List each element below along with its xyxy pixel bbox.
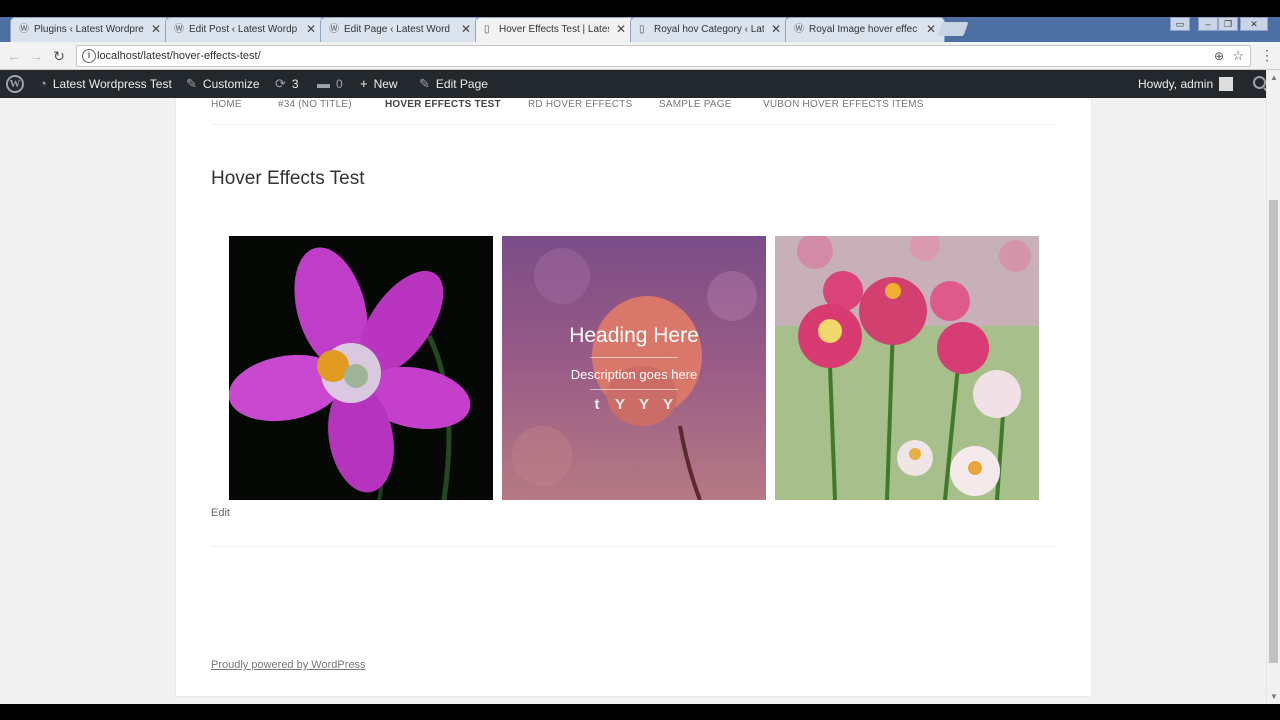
wordpress-icon: Ⓦ: [19, 24, 29, 35]
minimize-button[interactable]: –: [1198, 17, 1218, 31]
plus-icon: +: [360, 76, 368, 91]
edit-link[interactable]: Edit: [211, 507, 230, 519]
comments-count: 0: [336, 77, 343, 91]
tab-close-icon[interactable]: ✕: [306, 23, 316, 35]
browser-tab-hover-effects-test[interactable]: ▯ Hover Effects Test | Lates ✕: [475, 17, 635, 42]
scroll-down-arrow-icon[interactable]: ▼: [1270, 692, 1278, 701]
vertical-scrollbar[interactable]: ▲ ▼: [1266, 70, 1280, 704]
new-tab-button[interactable]: [937, 22, 969, 36]
gallery-image-purple-flower[interactable]: [229, 236, 493, 500]
nav-item-vubon-hover-effects-items[interactable]: VUBON HOVER EFFECTS ITEMS: [763, 98, 924, 112]
wp-admin-bar: W ◔ Latest Wordpress Test ✎ Customize ⟳ 3 ▬…: [0, 70, 1280, 98]
page-viewport: HOME #34 (NO TITLE) HOVER EFFECTS TEST R…: [0, 98, 1266, 704]
browser-tab-royal-image-hover[interactable]: Ⓦ Royal Image hover effec ✕: [785, 17, 945, 42]
close-window-button[interactable]: ✕: [1240, 17, 1268, 31]
tab-close-icon[interactable]: ✕: [926, 23, 936, 35]
tab-close-icon[interactable]: ✕: [771, 23, 781, 35]
customize-link[interactable]: ✎ Customize: [186, 70, 260, 98]
overlay-divider: [590, 389, 678, 390]
bookmark-star-icon[interactable]: ☆: [1232, 48, 1244, 64]
site-name-link[interactable]: ◔ Latest Wordpress Test: [39, 70, 172, 98]
avatar: [1219, 76, 1234, 91]
search-icon[interactable]: [1253, 76, 1266, 89]
updates-count: 3: [291, 77, 299, 91]
wordpress-icon: Ⓦ: [174, 24, 184, 35]
cocktail-icon[interactable]: Y: [660, 396, 676, 414]
info-icon[interactable]: i: [82, 49, 96, 63]
tab-title: Hover Effects Test | Lates: [499, 24, 609, 35]
primary-navigation: HOME #34 (NO TITLE) HOVER EFFECTS TEST R…: [211, 98, 1056, 125]
tumblr-icon[interactable]: t: [589, 396, 605, 414]
overlay-icons: t Y Y Y: [589, 396, 679, 416]
overlay-divider: [590, 357, 678, 358]
url-input[interactable]: [97, 50, 697, 62]
gallery-image-pink-flowers[interactable]: [775, 236, 1039, 500]
tab-close-icon[interactable]: ✕: [616, 23, 626, 35]
tab-title: Edit Page ‹ Latest Word: [344, 24, 450, 35]
new-label: New: [373, 77, 398, 91]
wordpress-icon: Ⓦ: [794, 24, 804, 35]
image-gallery: Heading Here Description goes here t Y Y…: [229, 236, 1039, 500]
site-name-label: Latest Wordpress Test: [52, 77, 172, 91]
tab-close-icon[interactable]: ✕: [461, 23, 471, 35]
pencil-icon: ✎: [419, 76, 430, 91]
powered-by-wordpress-link[interactable]: Proudly powered by WordPress: [211, 659, 365, 671]
edit-page-label: Edit Page: [435, 77, 488, 91]
maximize-button[interactable]: ❐: [1218, 17, 1238, 31]
overlay-heading: Heading Here: [569, 324, 699, 347]
scroll-up-arrow-icon[interactable]: ▲: [1270, 73, 1278, 82]
my-account-link[interactable]: Howdy, admin: [1138, 70, 1234, 98]
content-divider: [211, 546, 1056, 547]
page-icon: ▯: [639, 24, 645, 35]
updates-icon: ⟳: [275, 76, 286, 91]
overlay-description: Description goes here: [570, 367, 698, 382]
new-content-link[interactable]: + New: [360, 70, 398, 98]
nav-item-sample-page[interactable]: SAMPLE PAGE: [659, 98, 732, 112]
dashboard-icon: ◔: [39, 76, 47, 91]
nav-item-home[interactable]: HOME: [211, 98, 242, 112]
scroll-thumb[interactable]: [1269, 200, 1278, 663]
howdy-label: Howdy, admin: [1138, 77, 1214, 91]
tab-close-icon[interactable]: ✕: [151, 23, 161, 35]
browser-tab-plugins[interactable]: Ⓦ Plugins ‹ Latest Wordpre ✕: [10, 17, 170, 42]
tab-title: Royal hov Category ‹ Lat: [654, 24, 764, 35]
nav-item-hover-effects-test[interactable]: HOVER EFFECTS TEST: [385, 98, 501, 112]
comment-icon: ▬: [317, 76, 330, 91]
cocktail-icon[interactable]: Y: [612, 396, 628, 414]
reload-icon[interactable]: ↻: [50, 46, 68, 66]
forward-arrow-icon[interactable]: →: [27, 46, 45, 66]
browser-toolbar: ← → ↻ i ⊕ ☆ ⋮: [0, 42, 1280, 70]
cocktail-icon[interactable]: Y: [636, 396, 652, 414]
wordpress-logo-icon[interactable]: W: [6, 75, 24, 93]
zoom-icon[interactable]: ⊕: [1214, 49, 1224, 63]
tab-title: Edit Post ‹ Latest Wordp: [189, 24, 298, 35]
nav-item-rd-hover-effects[interactable]: RD HOVER EFFECTS: [528, 98, 632, 112]
back-arrow-icon[interactable]: ←: [5, 46, 23, 66]
bottom-frame: [0, 704, 1280, 720]
user-profile-button[interactable]: ▭: [1170, 17, 1190, 31]
strawflowers-image: [775, 236, 1039, 500]
gallery-image-hover-tile[interactable]: Heading Here Description goes here t Y Y…: [502, 236, 766, 500]
page-title: Hover Effects Test: [211, 168, 365, 189]
hover-overlay: Heading Here Description goes here t Y Y…: [502, 236, 766, 500]
browser-tab-edit-page[interactable]: Ⓦ Edit Page ‹ Latest Word ✕: [320, 17, 480, 42]
browser-menu-icon[interactable]: ⋮: [1260, 48, 1274, 62]
browser-tab-edit-post[interactable]: Ⓦ Edit Post ‹ Latest Wordp ✕: [165, 17, 325, 42]
wordpress-icon: Ⓦ: [329, 24, 339, 35]
updates-link[interactable]: ⟳ 3: [275, 70, 299, 98]
customize-label: Customize: [202, 77, 260, 91]
site-page: HOME #34 (NO TITLE) HOVER EFFECTS TEST R…: [176, 98, 1091, 696]
browser-tab-royal-hov-category[interactable]: ▯ Royal hov Category ‹ Lat ✕: [630, 17, 790, 42]
page-icon: ▯: [484, 24, 490, 35]
address-bar[interactable]: i ⊕ ☆: [76, 45, 1251, 67]
tab-title: Plugins ‹ Latest Wordpre: [34, 24, 144, 35]
tab-title: Royal Image hover effec: [809, 24, 918, 35]
purple-flower-image: [229, 236, 493, 500]
paintbrush-icon: ✎: [186, 76, 197, 91]
nav-item-no-title[interactable]: #34 (NO TITLE): [278, 98, 352, 112]
edit-page-link[interactable]: ✎ Edit Page: [419, 70, 488, 98]
comments-link[interactable]: ▬ 0: [317, 70, 343, 98]
